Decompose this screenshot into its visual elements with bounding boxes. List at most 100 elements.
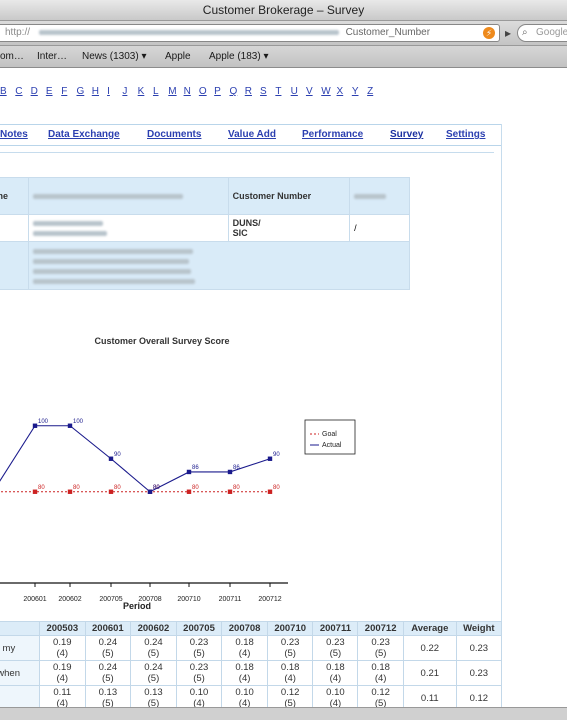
alphabet-link-i[interactable]: I (107, 86, 122, 97)
search-input[interactable]: ⌕ Google (517, 24, 567, 42)
duns-label: DUNS/ (232, 218, 261, 228)
alphabet-link-k[interactable]: K (138, 86, 153, 97)
score-cell: 0.23 (5) (175, 660, 223, 686)
x-tick-label: 200705 (99, 596, 122, 603)
sic-label: SIC (232, 228, 248, 238)
bookmark-3[interactable]: News (1303) ▾ (82, 46, 147, 68)
customer-number-value (349, 177, 410, 215)
score-cell: 0.18 (4) (312, 660, 359, 686)
alphabet-index: BCDEFGHIJKLMNOPQRSTUVWXYZ (0, 86, 382, 100)
period-header: 200601 (84, 621, 132, 636)
score-cell: 0.23 (5) (357, 635, 404, 661)
period-header: 200710 (266, 621, 314, 636)
alphabet-link-x[interactable]: X (337, 86, 352, 97)
tab-data-exchange[interactable]: Data Exchange (48, 129, 120, 140)
period-header: 200705 (175, 621, 223, 636)
weight-cell: 0.23 (455, 660, 503, 686)
alphabet-link-p[interactable]: P (214, 86, 229, 97)
period-header: 200712 (357, 621, 404, 636)
alphabet-link-n[interactable]: N (184, 86, 199, 97)
goal-point (186, 489, 192, 494)
alphabet-link-l[interactable]: L (153, 86, 168, 97)
address-value (27, 214, 229, 242)
actual-point (227, 469, 233, 475)
tab-notes[interactable]: Notes (0, 129, 28, 140)
contacts-value (27, 241, 411, 290)
actual-data-label: 100 (38, 419, 49, 425)
score-cell: 0.18 (4) (357, 660, 404, 686)
actual-data-label: 86 (233, 465, 240, 471)
customer-number-label: Customer Number (227, 177, 351, 215)
actual-point (147, 489, 153, 494)
goal-data-label: 80 (192, 485, 199, 491)
alphabet-link-d[interactable]: D (31, 86, 46, 97)
customer-info-table: me Customer Number DUNS/ SIC / (0, 177, 411, 290)
alphabet-link-f[interactable]: F (61, 86, 76, 97)
bookmark-5[interactable]: Apple (183) ▾ (209, 46, 269, 68)
alphabet-link-g[interactable]: G (76, 86, 91, 97)
alphabet-link-o[interactable]: O (199, 86, 214, 97)
actual-series-line (0, 425, 271, 493)
tab-performance[interactable]: Performance (302, 129, 363, 140)
alphabet-link-e[interactable]: E (46, 86, 61, 97)
bookmark-4[interactable]: Apple (165, 46, 191, 68)
score-cell: 0.19 (4) (39, 660, 86, 686)
survey-header-row: 200503 200601 200602 200705 200708 200710 2007… (0, 621, 503, 636)
address-bar[interactable]: http:// Customer_Number ⚡ (0, 24, 500, 42)
search-placeholder: Google (536, 27, 567, 38)
period-header: Weight (455, 621, 503, 636)
alphabet-link-t[interactable]: T (275, 86, 290, 97)
score-cell: 0.24 (5) (130, 635, 177, 661)
alphabet-link-z[interactable]: Z (367, 86, 382, 97)
alphabet-link-s[interactable]: S (260, 86, 275, 97)
question-header (0, 621, 40, 636)
tab-documents[interactable]: Documents (147, 129, 201, 140)
series-layer: 80 80 80 80 80 80 80100 100908086 8690 (0, 419, 280, 494)
horizontal-scrollbar[interactable] (0, 707, 567, 720)
tab-settings[interactable]: Settings (446, 129, 485, 140)
rss-icon[interactable]: ⚡ (483, 27, 495, 39)
alphabet-link-y[interactable]: Y (352, 86, 367, 97)
score-cell: 0.24 (5) (84, 635, 132, 661)
alphabet-link-r[interactable]: R (245, 86, 260, 97)
chart-title: Customer Overall Survey Score (94, 336, 229, 346)
period-header: 200711 (312, 621, 359, 636)
alphabet-link-h[interactable]: H (92, 86, 107, 97)
score-cell: 0.18 (4) (221, 660, 268, 686)
x-axis-label: Period (123, 601, 151, 611)
browser-toolbar: http:// Customer_Number ⚡ ▸ ⌕ Google (0, 21, 567, 46)
alphabet-link-c[interactable]: C (15, 86, 30, 97)
tab-value-add[interactable]: Value Add (228, 129, 276, 140)
alphabet-link-m[interactable]: M (168, 86, 183, 97)
goal-point (108, 489, 114, 494)
screen: Customer Brokerage – Survey http:// Cust… (0, 0, 567, 720)
duns-sic-label: DUNS/ SIC (227, 214, 351, 242)
contacts-label (0, 241, 29, 290)
url-blurred (38, 29, 339, 35)
alphabet-link-b[interactable]: B (0, 86, 15, 97)
search-engine-icon[interactable]: ▸ (505, 26, 517, 40)
actual-point (186, 469, 192, 475)
alphabet-link-q[interactable]: Q (229, 86, 244, 97)
period-header: 200503 (39, 621, 86, 636)
goal-point (227, 489, 233, 494)
x-tick-label: 200601 (23, 596, 46, 603)
bookmark-2[interactable]: Inter… (37, 46, 67, 68)
period-header: 200708 (221, 621, 268, 636)
tab-survey[interactable]: Survey (390, 129, 423, 140)
actual-data-label: 80 (153, 485, 160, 491)
duns-value: / (349, 214, 410, 242)
actual-point (67, 423, 73, 428)
alphabet-link-j[interactable]: J (122, 86, 137, 97)
alphabet-link-w[interactable]: W (321, 86, 336, 97)
x-tick-label: 200712 (258, 596, 281, 603)
score-cell: 0.23 (5) (266, 635, 314, 661)
alphabet-link-v[interactable]: V (306, 86, 321, 97)
goal-data-label: 80 (38, 485, 45, 491)
bookmark-1[interactable]: om… (0, 46, 24, 68)
actual-data-label: 86 (192, 465, 199, 471)
survey-score-table: 200503 200601 200602 200705 200708 200710 2007… (0, 621, 503, 711)
alphabet-link-u[interactable]: U (291, 86, 306, 97)
period-header: 200602 (130, 621, 177, 636)
actual-data-label: 90 (114, 452, 121, 458)
